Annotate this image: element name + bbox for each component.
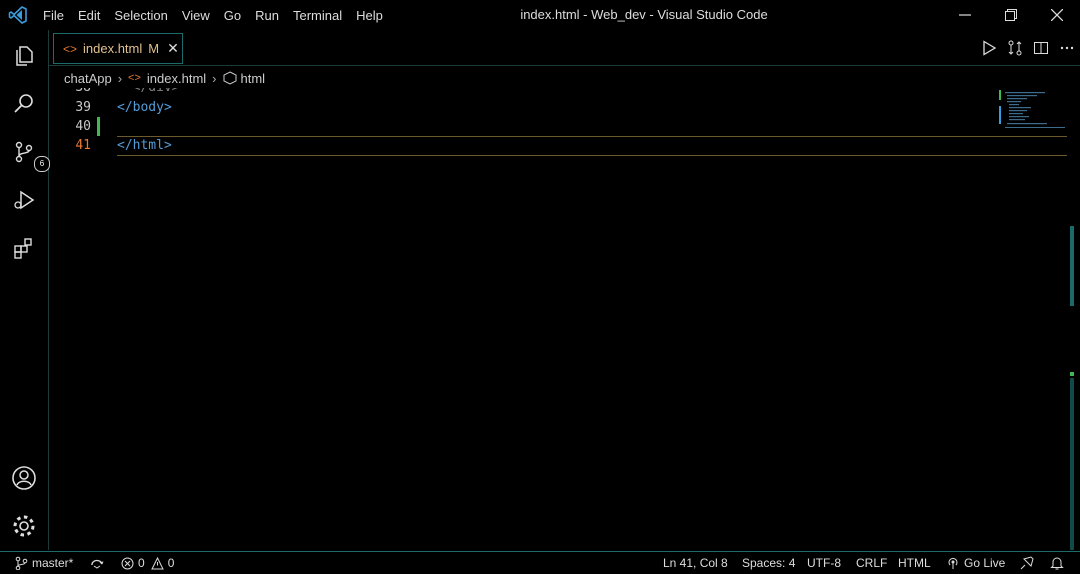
tab-label: index.html [83, 41, 143, 56]
accounts-button[interactable] [8, 462, 40, 494]
end-of-line[interactable]: CRLF [856, 552, 887, 574]
manage-button[interactable] [8, 510, 40, 542]
notifications-button[interactable] [1050, 552, 1068, 574]
encoding[interactable]: UTF-8 [807, 552, 841, 574]
breadcrumb: chatApp › <> index.html › html [64, 69, 265, 87]
error-icon [121, 557, 134, 569]
line-number: 38 [49, 88, 91, 97]
feedback-button[interactable] [1020, 552, 1038, 574]
menu-bar: File Edit Selection View Go Run Terminal… [36, 0, 390, 30]
code-line: 39 </body> [49, 98, 999, 117]
chevron-right-icon: › [117, 70, 123, 86]
current-line-highlight [117, 136, 1067, 156]
minimap[interactable] [999, 88, 1065, 148]
modified-indicator: M [148, 41, 160, 56]
menu-run[interactable]: Run [248, 8, 286, 23]
editor-tab-bar: <> index.html M ✕ [49, 30, 1080, 66]
more-actions-button[interactable] [1054, 40, 1080, 56]
menu-view[interactable]: View [175, 8, 217, 23]
close-window-button[interactable] [1034, 0, 1080, 30]
menu-edit[interactable]: Edit [71, 8, 107, 23]
breadcrumb-file[interactable]: index.html [147, 71, 206, 86]
gear-icon [13, 515, 35, 537]
ellipsis-icon [1060, 46, 1074, 49]
line-number: 41 [75, 138, 91, 153]
search-icon [14, 94, 33, 113]
language-mode[interactable]: HTML [898, 552, 931, 574]
menu-file[interactable]: File [36, 8, 71, 23]
code-text: </div> [117, 88, 180, 97]
tab-index-html[interactable]: <> index.html M ✕ [53, 33, 183, 64]
feedback-icon [1020, 556, 1034, 570]
close-icon [1051, 9, 1063, 21]
html-file-icon: <> [128, 72, 141, 84]
code-editor[interactable]: 38 </div> 39 </body> 40 41 </html> [49, 88, 1080, 550]
extensions-button[interactable] [8, 232, 40, 264]
chevron-right-icon: › [212, 70, 217, 86]
open-changes-button[interactable] [1002, 40, 1028, 56]
editor-actions [976, 30, 1080, 65]
cursor-position[interactable]: Ln 41, Col 8 [663, 552, 728, 574]
close-tab-icon[interactable]: ✕ [167, 40, 179, 57]
source-control-button[interactable]: 6 [8, 136, 50, 172]
code-line: 40 [49, 117, 999, 136]
split-editor-button[interactable] [1028, 40, 1054, 56]
html-file-icon: <> [63, 41, 78, 56]
breadcrumb-folder[interactable]: chatApp [64, 71, 112, 86]
sync-button[interactable] [90, 552, 108, 574]
menu-selection[interactable]: Selection [107, 8, 174, 23]
restore-icon [1005, 9, 1017, 21]
broadcast-icon [948, 557, 958, 569]
minimize-button[interactable] [942, 0, 988, 30]
error-count: 0 [138, 556, 145, 570]
vscode-logo-icon [8, 6, 27, 24]
code-line-current: 41 </html> [49, 136, 1067, 156]
line-number: 40 [75, 119, 91, 134]
indentation[interactable]: Spaces: 4 [742, 552, 795, 574]
sync-icon [91, 559, 104, 569]
warning-count: 0 [167, 556, 175, 570]
bell-icon [1050, 557, 1064, 570]
branch-indicator[interactable]: master* [14, 552, 73, 574]
menu-go[interactable]: Go [217, 8, 248, 23]
added-line-indicator [97, 117, 100, 136]
split-editor-icon [1034, 41, 1048, 54]
scrollbar-track[interactable] [1070, 378, 1074, 550]
run-debug-button[interactable] [8, 184, 40, 216]
explorer-button[interactable] [8, 40, 40, 72]
scm-count-badge: 6 [34, 156, 50, 172]
source-control-icon [15, 141, 33, 163]
line-number: 39 [75, 100, 91, 115]
code-text: </body> [117, 98, 172, 117]
play-icon [983, 39, 997, 56]
breadcrumb-symbol[interactable]: html [241, 71, 266, 86]
extensions-icon [14, 238, 32, 259]
activity-bar: 6 [0, 30, 50, 550]
code-text: </html> [117, 136, 172, 155]
git-branch-icon [15, 556, 28, 570]
branch-name: master* [32, 556, 74, 570]
search-button[interactable] [8, 88, 40, 120]
warning-icon [150, 556, 164, 569]
closing-tag: </html> [117, 138, 172, 153]
menu-terminal[interactable]: Terminal [286, 8, 349, 23]
code-line: 38 </div> [49, 88, 999, 97]
files-icon [16, 46, 33, 66]
status-bar: master* 0 0 Ln 41, Col 8 Spaces: 4 UTF-8… [0, 551, 1080, 574]
minimize-icon [959, 14, 971, 16]
scrollbar-thumb[interactable] [1070, 226, 1074, 306]
restore-button[interactable] [988, 0, 1034, 30]
account-icon [12, 466, 36, 490]
menu-help[interactable]: Help [349, 8, 390, 23]
scrollbar-marker [1070, 372, 1074, 376]
problems-indicator[interactable]: 0 0 [121, 552, 174, 574]
run-file-button[interactable] [976, 39, 1002, 56]
go-live-label: Go Live [964, 556, 1006, 570]
go-live-button[interactable]: Go Live [946, 552, 1005, 574]
run-debug-icon [14, 190, 35, 210]
closing-tag: </body> [117, 100, 172, 115]
symbol-icon [223, 71, 236, 85]
title-bar: File Edit Selection View Go Run Terminal… [0, 0, 1080, 30]
compare-changes-icon [1008, 40, 1022, 55]
